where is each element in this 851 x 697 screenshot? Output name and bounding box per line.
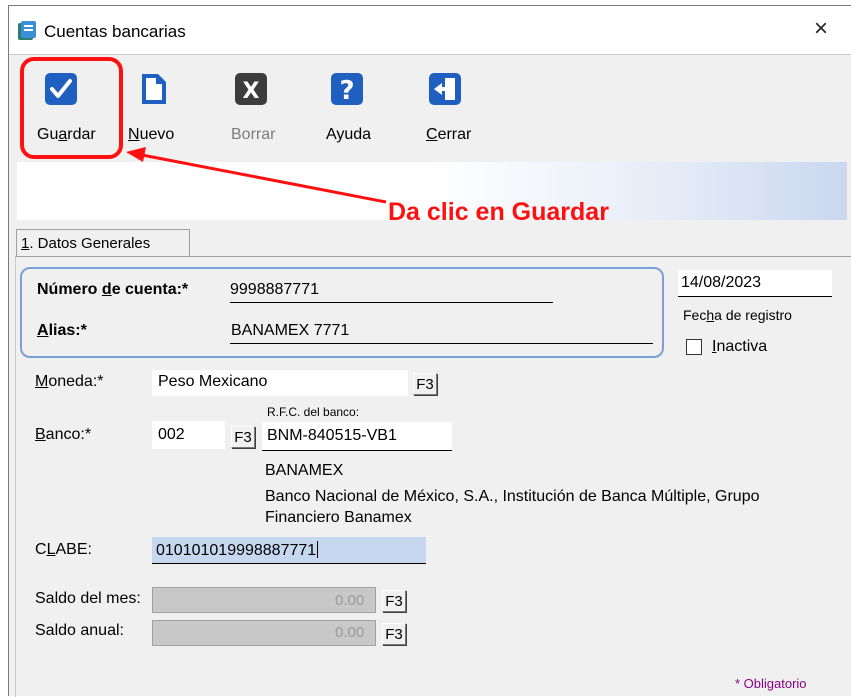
saldo-mes-value: 0.00 [335, 592, 365, 609]
cerrar-label: Cerrar [426, 126, 472, 143]
moneda-lookup-button[interactable]: F3 [413, 373, 437, 395]
alias-input[interactable]: BANAMEX 7771 [231, 322, 349, 340]
moneda-value: Peso Mexicano [158, 373, 268, 390]
text-cursor [317, 541, 319, 558]
ayuda-button[interactable]: ? Ayuda [322, 60, 380, 150]
numero-cuenta-label: Número de cuenta:* [37, 281, 189, 298]
checkmark-icon [45, 73, 77, 105]
delete-icon: X [235, 73, 267, 105]
fecha-registro-value: 14/08/2023 [681, 274, 762, 291]
cerrar-button[interactable]: Cerrar [418, 60, 478, 150]
banco-value: 002 [158, 426, 185, 443]
app-icon [18, 21, 36, 40]
banco-lookup-button[interactable]: F3 [231, 426, 255, 448]
saldo-mes-lookup-button[interactable]: F3 [382, 590, 406, 612]
guardar-label: Guardar [37, 126, 96, 143]
annotation-text: Da clic en Guardar [388, 198, 609, 226]
help-icon: ? [331, 73, 363, 106]
numero-cuenta-input[interactable]: 9998887771 [230, 281, 319, 299]
close-icon[interactable]: × [814, 17, 828, 41]
clabe-value: 010101019998887771 [156, 541, 319, 559]
rfc-banco-value: BNM-840515-VB1 [267, 427, 397, 444]
saldo-anual-value: 0.00 [335, 624, 365, 641]
inactiva-label: Inactiva [712, 338, 768, 355]
numero-cuenta-underline [230, 302, 553, 303]
nuevo-button[interactable]: Nuevo [128, 60, 188, 150]
guardar-button[interactable]: Guardar [24, 60, 120, 150]
svg-text:X: X [243, 79, 260, 104]
clabe-underline [152, 563, 426, 564]
nuevo-label: Nuevo [128, 126, 175, 143]
new-document-icon [142, 74, 166, 104]
exit-door-icon [429, 73, 461, 105]
borrar-button: X Borrar [228, 60, 284, 150]
ayuda-label: Ayuda [326, 126, 372, 143]
window-title: Cuentas bancarias [44, 22, 186, 41]
alias-underline [230, 343, 653, 344]
tab-datos-generales[interactable]: 1. Datos Generales [16, 229, 190, 257]
required-note: * Obligatorio [735, 676, 807, 691]
fecha-underline [678, 296, 832, 297]
banco-label: Banco:* [35, 426, 92, 443]
banco-nombre-corto: BANAMEX [265, 462, 344, 479]
moneda-label: Moneda:* [35, 373, 104, 390]
fecha-registro-label: Fecha de registro [683, 307, 792, 323]
rfc-underline [262, 450, 452, 451]
svg-text:?: ? [339, 76, 354, 106]
rfc-banco-label: R.F.C. del banco: [267, 405, 360, 419]
clabe-label: CLABE: [35, 541, 92, 558]
inactiva-checkbox[interactable] [686, 339, 702, 355]
saldo-anual-label: Saldo anual: [35, 622, 124, 639]
alias-label: Alias:* [37, 322, 87, 339]
banco-nombre-largo-2: Financiero Banamex [265, 509, 412, 526]
banco-nombre-largo-1: Banco Nacional de México, S.A., Instituc… [265, 488, 760, 505]
saldo-anual-lookup-button[interactable]: F3 [382, 623, 406, 645]
borrar-label: Borrar [231, 126, 276, 143]
saldo-mes-label: Saldo del mes: [35, 590, 141, 607]
